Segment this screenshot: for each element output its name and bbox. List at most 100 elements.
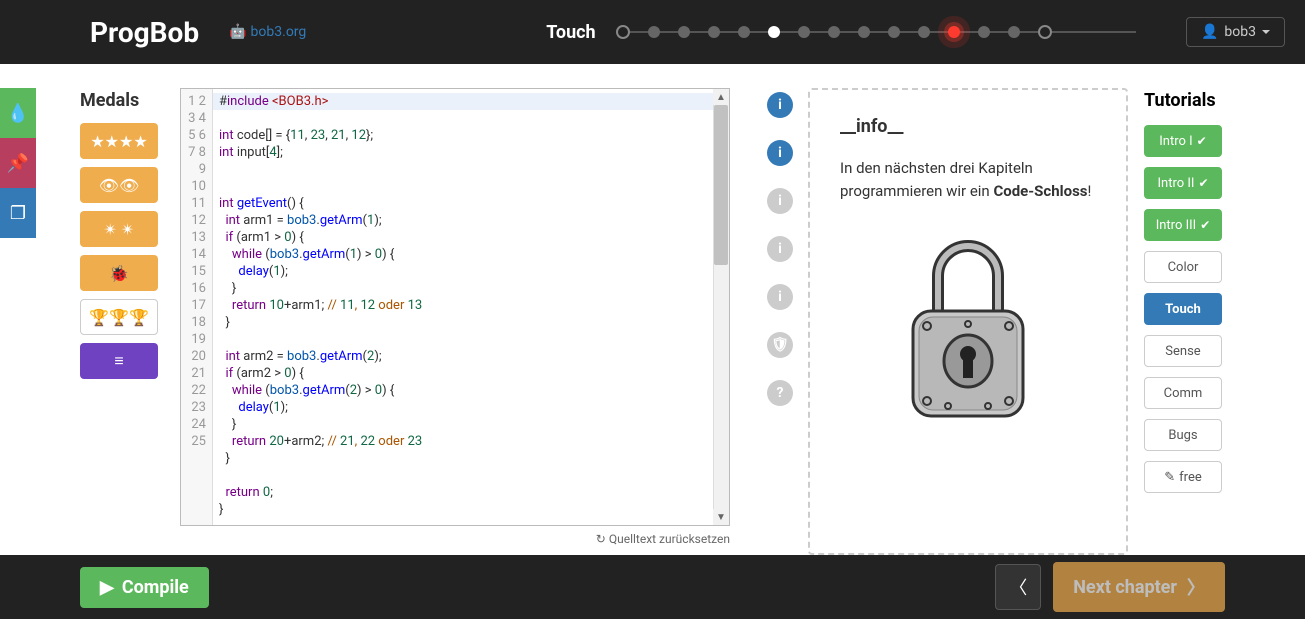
next-label: Next chapter <box>1073 577 1177 598</box>
drop-icon: 💧 <box>7 103 29 124</box>
info-nav-dot[interactable]: i <box>767 92 793 118</box>
tutorial-free-button[interactable]: ✎ free <box>1144 461 1222 493</box>
domain-text: bob3.org <box>251 24 307 40</box>
tutorial-label: Comm <box>1164 386 1203 401</box>
check-icon: ✔ <box>1200 218 1210 232</box>
compile-label: Compile <box>122 577 189 598</box>
tutorial-button-touch[interactable]: Touch <box>1144 293 1222 325</box>
medal-bug[interactable]: 🐞 <box>80 255 158 291</box>
pin-icon: 📌 <box>7 153 29 174</box>
user-icon: 👤 <box>1201 24 1218 40</box>
info-text-suffix: ! <box>1087 182 1091 200</box>
progress-dot[interactable] <box>918 26 930 38</box>
editor-scrollbar[interactable]: ▲ ▼ <box>713 89 729 525</box>
lock-image <box>840 226 1096 426</box>
medal-gears[interactable]: ✴ ✴ <box>80 211 158 247</box>
reset-label: Quelltext zurücksetzen <box>609 532 730 546</box>
reset-source-link[interactable]: ↻ Quelltext zurücksetzen <box>180 532 730 546</box>
info-text: In den nächsten drei Kapiteln programmie… <box>840 157 1096 202</box>
progress-dot[interactable] <box>1008 26 1020 38</box>
editor-code[interactable]: #include <BOB3.h> int code[] = {11, 23, … <box>213 89 729 525</box>
main-area: 💧 📌 ❐ Medals ★★★★ 👁👁 ✴ ✴ 🐞 🏆🏆🏆 ≡ 1 2 3 4… <box>0 64 1305 555</box>
tutorial-label: Sense <box>1165 344 1200 359</box>
tutorial-button-comm[interactable]: Comm <box>1144 377 1222 409</box>
tutorial-label: Touch <box>1165 302 1201 317</box>
info-panel: __info__ In den nächsten drei Kapiteln p… <box>808 88 1128 555</box>
scroll-down-icon[interactable]: ▼ <box>713 509 729 525</box>
progress-dot[interactable] <box>738 26 750 38</box>
scroll-thumb[interactable] <box>714 105 728 265</box>
side-tab-copy[interactable]: ❐ <box>0 188 36 238</box>
user-menu-button[interactable]: 👤 bob3 <box>1186 17 1285 47</box>
next-chapter-button[interactable]: Next chapter 〉 <box>1053 562 1225 612</box>
info-title: __info__ <box>840 116 1096 137</box>
medals-column: Medals ★★★★ 👁👁 ✴ ✴ 🐞 🏆🏆🏆 ≡ <box>80 64 180 555</box>
tutorial-button-intro-i[interactable]: Intro I ✔ <box>1144 125 1222 157</box>
copy-icon: ❐ <box>10 203 26 224</box>
user-label: bob3 <box>1224 24 1256 40</box>
info-nav-dot[interactable]: i <box>767 236 793 262</box>
progress-dot[interactable] <box>978 26 990 38</box>
tutorial-label: Bugs <box>1168 428 1197 443</box>
tutorial-button-sense[interactable]: Sense <box>1144 335 1222 367</box>
info-text-bold: Code-Schloss <box>993 182 1087 200</box>
robot-icon: 🤖 <box>229 24 246 40</box>
check-icon: ✔ <box>1198 176 1208 190</box>
info-nav: iiiii🛡? <box>760 64 800 555</box>
side-tab-pin[interactable]: 📌 <box>0 138 36 188</box>
progress-bar <box>616 22 1166 42</box>
padlock-icon <box>893 226 1043 426</box>
tutorial-label: Intro I <box>1159 134 1192 149</box>
progress-dot[interactable] <box>858 26 870 38</box>
footer-bar: ▶ Compile 〈 Next chapter 〉 <box>0 555 1305 619</box>
editor-gutter: 1 2 3 4 5 6 7 8 9 10 11 12 13 14 15 16 1… <box>181 89 213 525</box>
progress-dot[interactable] <box>678 26 690 38</box>
chevron-right-icon: 〉 <box>1187 574 1205 600</box>
code-editor[interactable]: 1 2 3 4 5 6 7 8 9 10 11 12 13 14 15 16 1… <box>180 88 730 526</box>
tutorial-button-intro-iii[interactable]: Intro III✔ <box>1144 209 1222 241</box>
tutorials-title: Tutorials <box>1144 90 1234 111</box>
info-nav-dot[interactable]: 🛡 <box>767 332 793 358</box>
chevron-left-icon: 〈 <box>1009 574 1027 600</box>
medal-trophies[interactable]: 🏆🏆🏆 <box>80 299 158 335</box>
progress-dot[interactable] <box>648 26 660 38</box>
caret-down-icon <box>1262 30 1270 38</box>
tutorial-label: Color <box>1168 260 1199 275</box>
tutorial-button-intro-ii[interactable]: Intro II ✔ <box>1144 167 1222 199</box>
medal-menu[interactable]: ≡ <box>80 343 158 379</box>
medal-eyes[interactable]: 👁👁 <box>80 167 158 203</box>
domain-link[interactable]: 🤖 bob3.org <box>229 24 306 40</box>
edit-icon: ✎ <box>1164 470 1175 485</box>
progress-dot[interactable] <box>828 26 840 38</box>
info-nav-dot[interactable]: ? <box>767 380 793 406</box>
play-icon: ▶ <box>100 577 114 598</box>
info-nav-dot[interactable]: i <box>767 140 793 166</box>
progress-dot[interactable] <box>888 26 900 38</box>
progress-line <box>626 31 1136 33</box>
prev-chapter-button[interactable]: 〈 <box>995 564 1041 610</box>
info-nav-dot[interactable]: i <box>767 188 793 214</box>
compile-button[interactable]: ▶ Compile <box>80 567 209 608</box>
tutorials-column: Tutorials Intro I✔Intro II✔Intro III✔Col… <box>1144 64 1234 555</box>
editor-column: 1 2 3 4 5 6 7 8 9 10 11 12 13 14 15 16 1… <box>180 64 730 555</box>
free-label: free <box>1179 470 1202 485</box>
check-icon: ✔ <box>1197 134 1207 148</box>
top-bar: ProgBob 🤖 bob3.org Touch 👤 bob3 <box>0 0 1305 64</box>
progress-dot-target[interactable] <box>948 26 960 38</box>
progress-dot-current[interactable] <box>768 26 780 38</box>
medal-stars[interactable]: ★★★★ <box>80 123 158 159</box>
progress-dot[interactable] <box>708 26 720 38</box>
chapter-title: Touch <box>546 22 595 43</box>
progress-dot-start[interactable] <box>616 25 630 39</box>
brand-logo: ProgBob <box>90 16 199 49</box>
side-tab-drop[interactable]: 💧 <box>0 88 36 138</box>
scroll-up-icon[interactable]: ▲ <box>713 89 729 105</box>
progress-dot-end[interactable] <box>1038 25 1052 39</box>
side-tabs: 💧 📌 ❐ <box>0 88 36 238</box>
medals-title: Medals <box>80 90 180 111</box>
tutorial-label: Intro II <box>1157 176 1194 191</box>
tutorial-button-color[interactable]: Color <box>1144 251 1222 283</box>
tutorial-button-bugs[interactable]: Bugs <box>1144 419 1222 451</box>
info-nav-dot[interactable]: i <box>767 284 793 310</box>
progress-dot[interactable] <box>798 26 810 38</box>
